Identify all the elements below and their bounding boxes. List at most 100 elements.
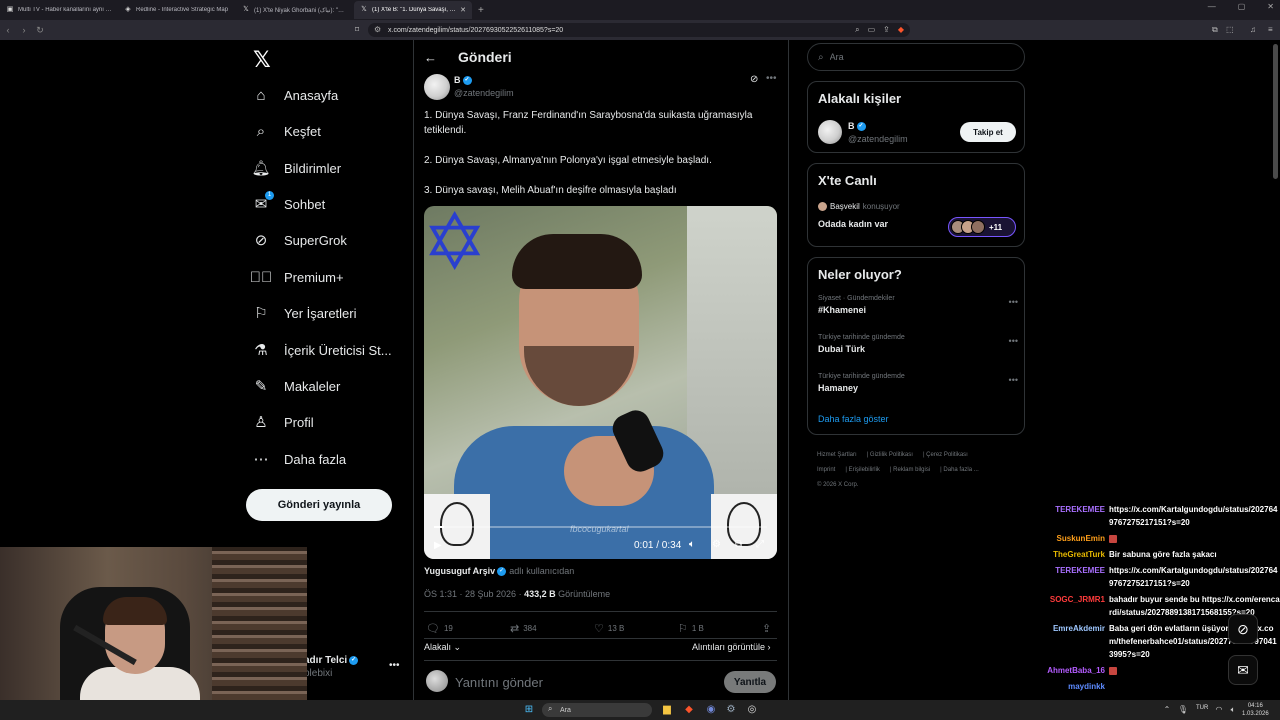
tweet-more-icon[interactable]: ••• (766, 73, 777, 84)
share-action[interactable]: ⇪ (762, 622, 771, 635)
related-handle[interactable]: @zatendegilim (848, 134, 908, 144)
microphone-icon[interactable]: 🎙︎ (1176, 703, 1190, 717)
url-field[interactable]: ⚙ x.com/zatendegilim/status/202769305225… (368, 23, 910, 37)
chat-username[interactable]: TheGreatTurk (1035, 548, 1105, 561)
taskbar-clock[interactable]: 04:16 1.03.2026 (1242, 702, 1269, 718)
follow-button[interactable]: Takip et (960, 122, 1016, 142)
footer-link[interactable]: Hizmet Şartları (817, 452, 857, 458)
sidebar-item-profile[interactable]: ♙ Profil (252, 413, 313, 431)
windows-start-icon[interactable]: ⊞ (522, 703, 536, 717)
repost-action[interactable]: ⇄ 384 (510, 622, 537, 635)
video-attribution[interactable]: Yugusuguf Arşiv ✓ adlı kullanıcıdan (424, 566, 574, 577)
media-icon[interactable]: ♫ (1250, 25, 1256, 34)
reply-button[interactable]: Yanıtla (724, 671, 776, 693)
author-handle[interactable]: @zatendegilim (454, 88, 514, 98)
trend-item[interactable]: Türkiye tarihinde gündemde Hamaney ••• (818, 373, 1018, 393)
account-more-icon[interactable]: ••• (389, 660, 400, 671)
menu-icon[interactable]: ≡ (1268, 25, 1273, 34)
trend-item[interactable]: Türkiye tarihinde gündemde Dubai Türk ••… (818, 334, 1018, 354)
sidebar-item-supergrok[interactable]: ⊘ SuperGrok (252, 231, 347, 249)
obs-icon[interactable]: ◎ (745, 703, 759, 717)
video-progress-bar[interactable] (434, 526, 767, 528)
close-window-icon[interactable]: ✕ (1267, 2, 1274, 11)
chat-username[interactable]: AhmetBaba_16 (1035, 664, 1105, 677)
chat-username[interactable]: SuskunEmin (1035, 532, 1105, 545)
author-avatar[interactable] (424, 74, 450, 100)
scrollbar[interactable] (1273, 44, 1278, 179)
author-name[interactable]: B ✓ (454, 75, 472, 86)
show-more-link[interactable]: Daha fazla göster (818, 414, 889, 424)
sidebar-item-more[interactable]: ⋯ Daha fazla (252, 450, 347, 468)
sidebar-item-explore[interactable]: ⌕ Keşfet (252, 122, 321, 140)
wallet-icon[interactable]: ⬚ (1226, 25, 1234, 34)
settings-icon[interactable]: ⚙ (712, 539, 721, 550)
account-switcher[interactable]: adır Telci ✓ plebixi (304, 655, 359, 679)
x-logo-icon[interactable]: 𝕏 (253, 48, 271, 73)
fullscreen-icon[interactable]: ⤢ (756, 539, 764, 550)
bookmark-action[interactable]: ⚐ 1 B (678, 622, 704, 635)
reply-input[interactable] (455, 673, 715, 691)
trend-item[interactable]: Siyaset · Gündemdekiler #Khamenei ••• (818, 295, 1018, 315)
sidebar-item-creator-studio[interactable]: ⚗ İçerik Üreticisi St... (252, 341, 391, 359)
live-listeners[interactable]: +11 (948, 217, 1016, 237)
browser-tab-active[interactable]: 𝕏 (1) X'te B: "1. Dünya Savaşı, Franz ✕ (354, 1, 472, 19)
trend-more-icon[interactable]: ••• (1009, 336, 1018, 346)
browser-tab[interactable]: ◈ Redline - Interactive Strategic Map (118, 1, 236, 19)
live-host[interactable]: Başvekil konuşuyor (818, 202, 900, 211)
wifi-icon[interactable]: ◠ (1212, 703, 1226, 717)
browser-tab[interactable]: ▣ Multi TV - Haber kanallarını aynı anda… (0, 1, 118, 19)
input-language[interactable]: TUR (1196, 705, 1208, 711)
share-icon[interactable]: ⇪ (883, 25, 890, 35)
chat-username[interactable]: TEREKEMEE (1035, 564, 1105, 590)
trend-more-icon[interactable]: ••• (1009, 297, 1018, 307)
sidebar-item-premium[interactable]: ✓⃝ Premium+ (250, 268, 344, 286)
cast-icon[interactable]: ▭ (868, 25, 876, 35)
bookmark-page-icon[interactable]: ⌑ (355, 25, 359, 34)
extensions-icon[interactable]: ⧉ (1212, 25, 1218, 35)
footer-link[interactable]: Daha fazla ... (943, 467, 978, 473)
tray-arrow-icon[interactable]: ⌃ (1160, 703, 1174, 717)
grok-explain-icon[interactable]: ⊘ (750, 74, 758, 85)
zoom-icon[interactable]: ⌕ (855, 25, 859, 35)
file-explorer-icon[interactable]: ▆ (660, 703, 674, 717)
reply-sort-dropdown[interactable]: Alakalı ⌄ (424, 642, 461, 653)
footer-link[interactable]: Erişilebilirlik (849, 467, 880, 473)
live-room-title[interactable]: Odada kadın var (818, 219, 888, 229)
close-tab-icon[interactable]: ✕ (460, 6, 466, 14)
like-action[interactable]: ♡ 13 B (594, 622, 624, 635)
new-tab-button[interactable]: + (478, 5, 484, 16)
tweet-time[interactable]: ÖS 1:31 · 28 Şub 2026 · (424, 589, 524, 599)
minimize-icon[interactable]: — (1208, 2, 1216, 11)
play-icon[interactable]: ▶ (434, 540, 442, 551)
search-input[interactable] (829, 52, 1010, 62)
reply-action[interactable]: 🗨︎ 19 (426, 622, 453, 635)
chat-username[interactable]: SOGC_JRMR1 (1035, 593, 1105, 619)
chat-username[interactable]: EmreAkdemir (1035, 622, 1105, 661)
reload-icon[interactable]: ↻ (32, 25, 48, 36)
steam-icon[interactable]: ⚙ (724, 703, 738, 717)
post-button[interactable]: Gönderi yayınla (246, 489, 392, 521)
brave-browser-icon[interactable]: ◆ (682, 703, 696, 717)
forward-icon[interactable]: › (16, 25, 32, 35)
sidebar-item-articles[interactable]: ✎ Makaleler (252, 377, 341, 395)
footer-link[interactable]: Gizlilik Politikası (870, 452, 913, 458)
site-info-icon[interactable]: ⚙ (374, 25, 381, 34)
search-box[interactable]: ⌕ (807, 43, 1025, 71)
discord-icon[interactable]: ◉ (704, 703, 718, 717)
footer-link[interactable]: Çerez Politikası (926, 452, 968, 458)
footer-link[interactable]: Imprint (817, 467, 835, 473)
chat-username[interactable]: TEREKEMEE (1035, 503, 1105, 529)
browser-tab[interactable]: 𝕏 (1) X'te Niyak Ghorbani (نیاک): "Gelo (236, 1, 354, 19)
messages-icon[interactable]: ✉ (1228, 655, 1258, 685)
back-arrow-icon[interactable]: ← (424, 50, 437, 65)
view-quotes-link[interactable]: Alıntıları görüntüle › (692, 642, 771, 652)
video-player[interactable]: ✡ fbcocugukartal ▶ 0:01 / 0:34 🔈︎ ⚙ ⧉ ⤢ (424, 206, 777, 559)
sidebar-item-bookmarks[interactable]: ⚐ Yer İşaretleri (252, 304, 356, 322)
related-name[interactable]: B ✓ (848, 121, 866, 132)
sidebar-item-notifications[interactable]: 🔔︎ Bildirimler (251, 159, 341, 177)
footer-link[interactable]: Reklam bilgisi (893, 467, 930, 473)
related-avatar[interactable] (818, 120, 842, 144)
maximize-icon[interactable]: ▢ (1238, 2, 1246, 11)
taskbar-search[interactable]: ⌕ Ara (542, 703, 652, 717)
brave-shield-icon[interactable]: ◆ (898, 25, 904, 35)
